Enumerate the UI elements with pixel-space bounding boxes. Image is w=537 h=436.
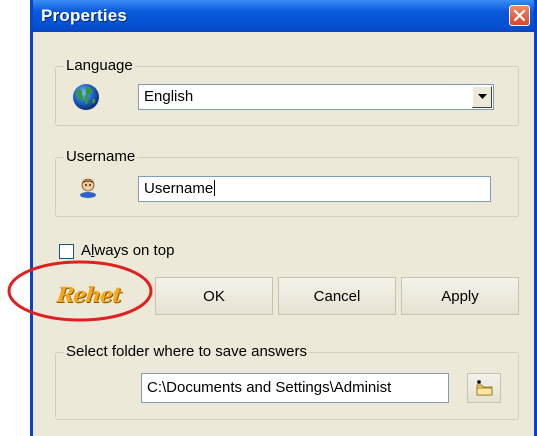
username-legend: Username [64,148,138,166]
text-caret [214,180,216,196]
ok-button[interactable]: OK [155,277,273,315]
close-icon [513,9,526,22]
globe-icon [71,82,101,117]
always-on-top-checkbox[interactable] [59,244,74,259]
browse-folder-button[interactable] [467,373,501,403]
window-title: Properties [41,6,128,25]
language-dropdown-button[interactable] [472,86,492,108]
username-value: Username [144,180,214,197]
language-select[interactable]: English [138,84,494,110]
properties-dialog: Properties Language English Username Use… [30,0,537,436]
apply-button-label: Apply [441,287,479,305]
folder-legend: Select folder where to save answers [64,343,309,361]
cancel-button[interactable]: Cancel [278,277,396,315]
language-selected-value: English [144,88,194,105]
cancel-button-label: Cancel [313,287,361,305]
rehet-logo: Rehet [55,282,123,307]
language-legend: Language [64,57,135,75]
ok-button-label: OK [203,287,225,305]
user-icon [78,176,98,203]
folder-path-value: C:\Documents and Settings\Administ [147,379,392,396]
always-on-top-label[interactable]: Always on top [81,242,174,259]
username-input[interactable]: Username [138,176,491,202]
folder-path-input[interactable]: C:\Documents and Settings\Administ [141,373,449,403]
close-button[interactable] [509,5,530,26]
folder-browse-icon [476,380,493,396]
title-bar[interactable]: Properties [33,0,534,32]
apply-button[interactable]: Apply [401,277,519,315]
chevron-down-icon [477,94,487,99]
